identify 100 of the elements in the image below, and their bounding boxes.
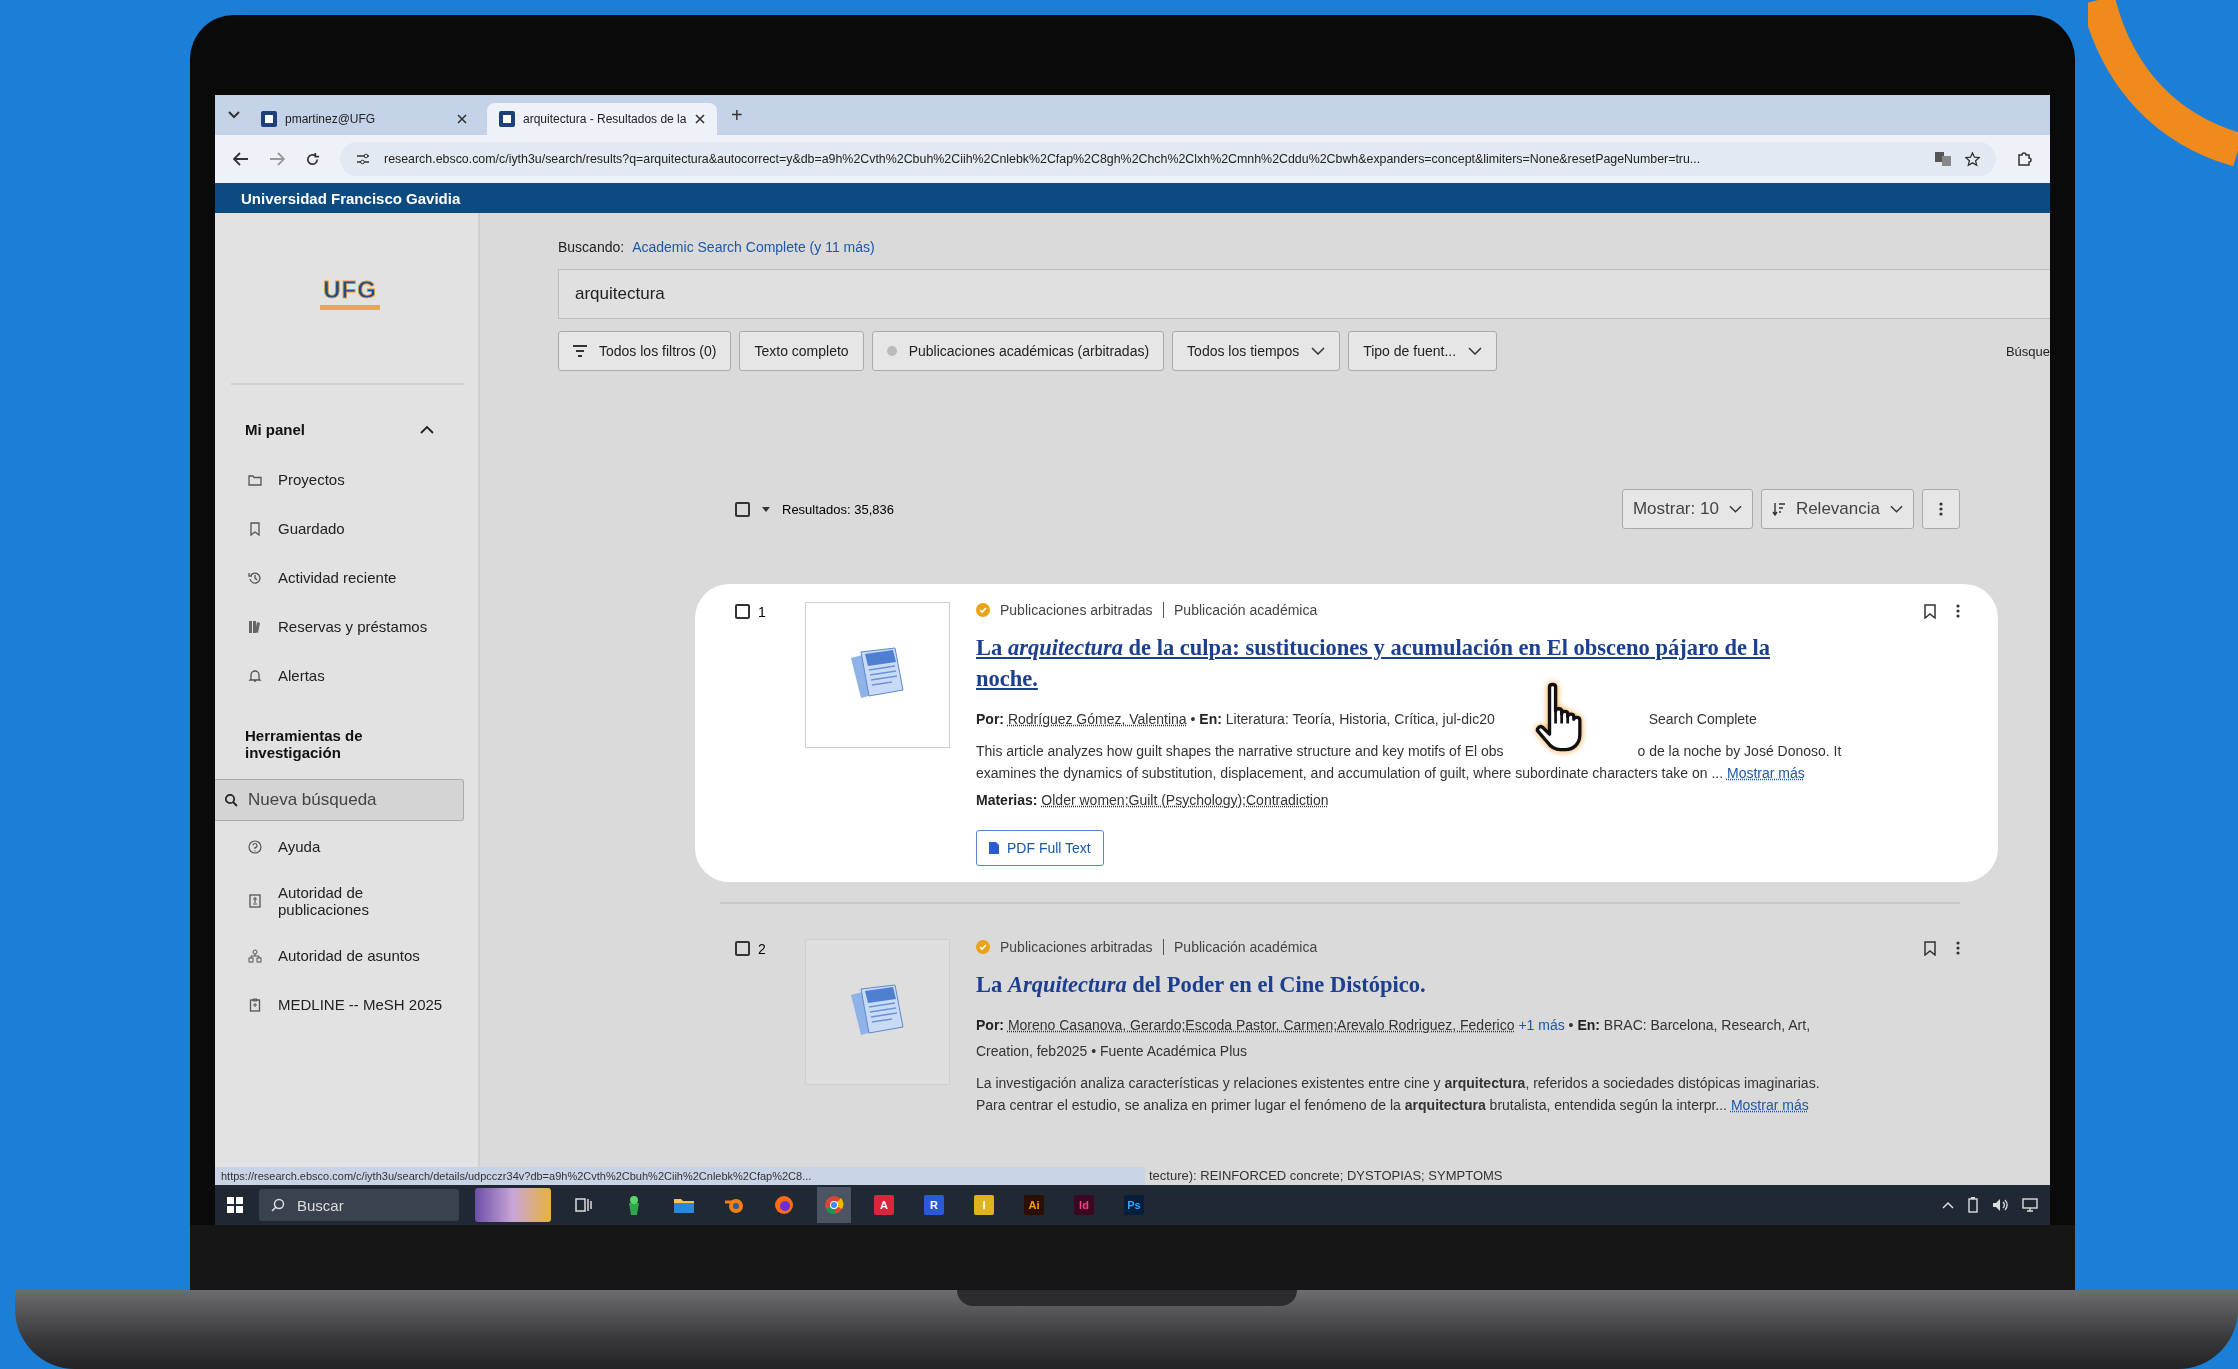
- verified-icon: [976, 940, 990, 954]
- extensions-icon[interactable]: [2016, 151, 2032, 167]
- windows-start-icon[interactable]: [227, 1197, 243, 1213]
- subject-link[interactable]: Contradiction: [1246, 792, 1329, 808]
- separator: ;: [1242, 792, 1246, 808]
- chevron-icon[interactable]: [420, 425, 434, 434]
- new-tab-button[interactable]: +: [725, 103, 749, 127]
- author-link[interactable]: Rodríguez Gómez, Valentina: [1007, 711, 1187, 727]
- chevron-up-icon[interactable]: [1942, 1201, 1954, 1209]
- pdf-full-text-button[interactable]: PDF Full Text: [976, 830, 1104, 866]
- result-checkbox[interactable]: [735, 941, 750, 956]
- publication-type: Publicaciones arbitradas: [1000, 602, 1153, 618]
- sidebar-item[interactable]: MEDLINE -- MeSH 2025: [215, 981, 464, 1028]
- result-title-link[interactable]: La Arquitectura del Poder en el Cine Distópico.: [976, 969, 1796, 1000]
- author-link[interactable]: Escoda Pastor, Carmen: [1185, 1017, 1334, 1033]
- sidebar-item[interactable]: Actividad reciente: [215, 554, 464, 601]
- translate-icon[interactable]: [1935, 152, 1951, 166]
- sidebar-item[interactable]: Proyectos: [215, 456, 464, 503]
- tab-title: pmartinez@UFG: [285, 112, 377, 126]
- filter-chip[interactable]: Texto completo: [739, 331, 864, 371]
- sidebar-item[interactable]: Autoridad de publicaciones: [215, 872, 464, 930]
- filter-icon: [573, 345, 587, 357]
- result-title-link[interactable]: La arquitectura de la culpa: sustituciones y acumulación en El obsceno pájaro de la noche.: [976, 632, 1796, 694]
- advanced-search-link[interactable]: Búsque: [2005, 343, 2050, 359]
- speaker-icon[interactable]: [1992, 1198, 2008, 1212]
- author-label: Por:: [976, 711, 1004, 727]
- caret-icon[interactable]: [762, 506, 770, 512]
- status-url: https://research.ebsco.com/c/iyth3u/search/details/udpcczr34v?db=a9h%2Cvth%2Cbuh%2Ciih%2Cnlebk%2Cfap%2C8...: [215, 1167, 1145, 1185]
- page-size-select[interactable]: Mostrar: 10: [1621, 489, 1753, 529]
- show-more-link[interactable]: Mostrar más: [1726, 765, 1805, 781]
- sidebar-item[interactable]: Reservas y préstamos: [215, 603, 464, 650]
- filter-chip[interactable]: Publicaciones académicas (arbitradas): [871, 331, 1165, 371]
- site-info-icon[interactable]: [356, 153, 370, 165]
- subjects-text: tecture): REINFORCED concrete; DYSTOPIAS; SYMPTOMS: [1148, 1168, 1503, 1185]
- result-number: 2: [758, 941, 766, 957]
- subjects-label: Materias:: [976, 792, 1038, 808]
- source-text: Creation, feb2025 • Fuente Académica Plus: [976, 1043, 1248, 1059]
- address-field[interactable]: research.ebsco.com/c/iyth3u/search/results?q=arquitectura&autocorrect=y&db=a9h%2Cvth%2Cbuh%2Ciih%2Cnlebk%2Cfap%2C8gh%2Chch%2Clxh%2Cmnh%2Cddu%2Cbwh&expanders=concept&limiters=None&resetPageNumber=tru...: [340, 142, 1996, 176]
- subject-link[interactable]: Older women: [1041, 792, 1125, 808]
- close-icon[interactable]: [457, 114, 467, 124]
- filter-chip[interactable]: Todos los tiempos: [1172, 331, 1341, 371]
- author-label: Por:: [976, 1017, 1004, 1033]
- abstract-text: La investigación analiza características y relaciones existentes entre cine y arquitectura, referidos a sociedades distópicas imaginarias.: [976, 1075, 1820, 1091]
- more-icon[interactable]: [1956, 941, 1960, 955]
- author-link[interactable]: Arevalo Rodriguez, Federico: [1337, 1017, 1515, 1033]
- separator: ;: [1333, 1017, 1338, 1033]
- section-heading: Herramientas de investigación: [245, 727, 364, 761]
- reload-icon[interactable]: [305, 151, 320, 167]
- favicon-icon: [261, 111, 277, 127]
- history-icon: [248, 570, 262, 585]
- chevron-down-icon: [1311, 347, 1326, 355]
- sidebar-item[interactable]: Nueva búsqueda: [215, 779, 464, 821]
- searching-label: Buscando:: [558, 239, 625, 255]
- back-icon[interactable]: [233, 152, 249, 166]
- sort-select[interactable]: Relevancia: [1760, 489, 1914, 529]
- browser-tab[interactable]: arquitectura - Resultados de la: [487, 103, 717, 135]
- favicon-icon: [499, 111, 515, 127]
- logo: UFG: [245, 213, 455, 373]
- sidebar-item[interactable]: Guardado: [215, 505, 464, 552]
- publication-type: Publicaciones arbitradas: [1000, 939, 1153, 955]
- sidebar-item[interactable]: Ayuda: [215, 823, 464, 870]
- filter-chip[interactable]: Tipo de fuent...: [1348, 331, 1498, 371]
- publication-type: Publicación académica: [1174, 602, 1318, 618]
- source-text: BRAC: Barcelona, Research, Art,: [1603, 1017, 1811, 1033]
- tab-list-icon[interactable]: [227, 110, 241, 120]
- bookmark-icon[interactable]: [1924, 604, 1936, 619]
- chevron-down-icon: [1890, 505, 1903, 513]
- abstract-text: This article analyzes how guilt shapes the narrative structure and key motifs of El obs: [976, 743, 1504, 759]
- bookmark-icon[interactable]: [1924, 941, 1936, 956]
- search-icon: [271, 1198, 285, 1212]
- network-icon[interactable]: [2022, 1198, 2038, 1212]
- more-icon[interactable]: [1956, 604, 1960, 618]
- books-icon: [248, 619, 262, 634]
- sidebar-item[interactable]: Alertas: [215, 652, 464, 699]
- taskbar-search-field[interactable]: Buscar: [259, 1189, 459, 1221]
- source-text: Literatura: Teoría, Historia, Crítica, jul-dic20: [1225, 711, 1495, 727]
- widget-picture[interactable]: [475, 1188, 551, 1222]
- search-field[interactable]: arquitectura: [558, 269, 2050, 319]
- battery-icon[interactable]: [1968, 1197, 1978, 1213]
- databases-link[interactable]: Academic Search Complete (y 11 más): [632, 239, 875, 255]
- show-more-link[interactable]: Mostrar más: [1730, 1097, 1809, 1113]
- bell-icon: [248, 668, 262, 683]
- section-heading: Mi panel: [245, 421, 305, 438]
- clipboard-icon: [248, 997, 262, 1012]
- tab-title: arquitectura - Resultados de la: [523, 112, 687, 126]
- abstract-text: Para centrar el estudio, se analiza en primer lugar el fenómeno de la arquitectura brutalista, entendida según la interpr...: [976, 1097, 1727, 1113]
- source-text: Search Complete: [1648, 711, 1757, 727]
- forward-icon[interactable]: [269, 152, 285, 166]
- browser-tab[interactable]: pmartinez@UFG: [249, 103, 479, 135]
- help-icon: [248, 839, 262, 854]
- result-checkbox[interactable]: [735, 604, 750, 619]
- filter-chip[interactable]: Todos los filtros (0): [558, 331, 732, 371]
- results-count: Resultados: 35,836: [782, 501, 895, 517]
- select-all-checkbox[interactable]: [735, 501, 750, 517]
- more-authors-link[interactable]: +1 más: [1518, 1017, 1565, 1033]
- sidebar-item[interactable]: Autoridad de asuntos: [215, 932, 464, 979]
- abstract-text: examines the dynamics of substitution, displacement, and accumulation of guilt, where subordinate characters take on ...: [976, 765, 1724, 781]
- star-icon[interactable]: [1965, 151, 1980, 167]
- institution-name: Universidad Francisco Gavidia: [241, 189, 461, 207]
- close-icon[interactable]: [695, 114, 705, 124]
